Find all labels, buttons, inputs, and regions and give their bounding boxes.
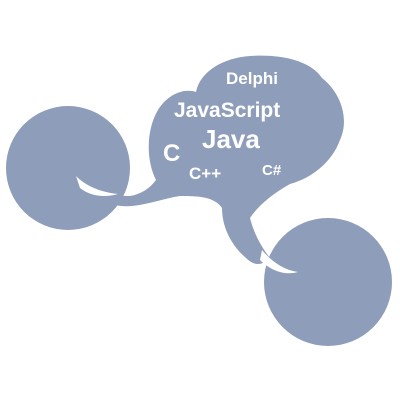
left-head-circle [6, 106, 130, 230]
word-delphi: Delphi [226, 69, 278, 88]
right-head-circle [264, 218, 392, 346]
word-java: Java [202, 124, 260, 154]
word-csharp: C# [262, 162, 282, 179]
word-cpp: C++ [189, 164, 221, 183]
word-c: C [163, 140, 180, 167]
logo-graphic: Delphi JavaScript Java C C++ C# [6, 55, 392, 346]
word-javascript: JavaScript [174, 99, 280, 122]
